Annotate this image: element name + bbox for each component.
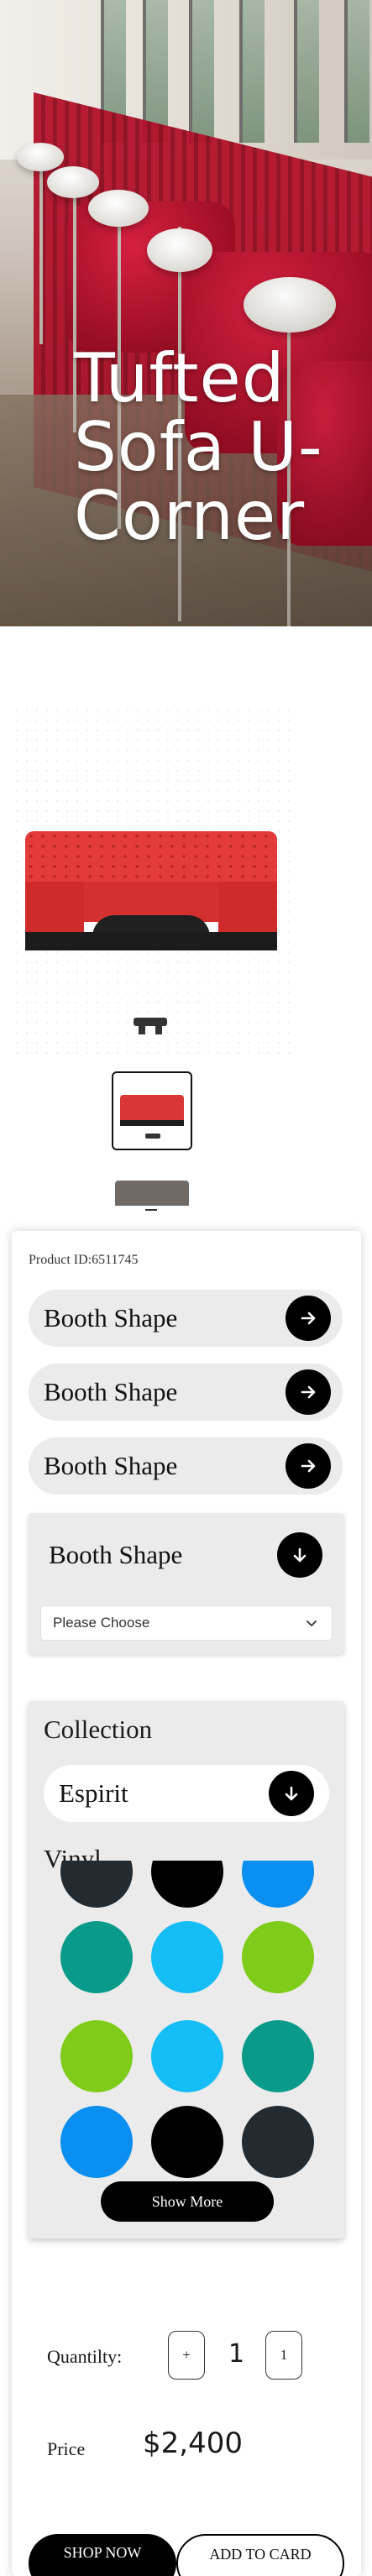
color-swatch[interactable] [60, 1921, 133, 1993]
arrow-right-icon[interactable] [286, 1369, 331, 1415]
arrow-right-icon[interactable] [286, 1443, 331, 1489]
product-options-panel: Product ID:6511745 Booth Shape Booth Sha… [12, 1231, 361, 2576]
color-swatch[interactable] [151, 1861, 223, 1908]
color-swatch[interactable] [242, 1921, 314, 1993]
price-row: Price $2,400 [12, 2416, 361, 2467]
sofa-base [25, 932, 277, 950]
show-more-button[interactable]: Show More [101, 2181, 274, 2222]
product-id: Product ID:6511745 [29, 1253, 139, 1267]
quantity-stepper-button[interactable]: 1 [265, 2331, 302, 2380]
option-booth-shape[interactable]: Booth Shape [29, 1437, 343, 1495]
hero-banner: Tufted Sofa U- Corner [0, 0, 372, 626]
option-booth-shape[interactable]: Booth Shape [29, 1364, 343, 1421]
color-swatch[interactable] [242, 2020, 314, 2092]
hero-title-line: Sofa U- [74, 408, 323, 486]
color-swatch[interactable] [151, 2020, 223, 2092]
price-label: Price [47, 2438, 86, 2459]
option-booth-shape[interactable]: Booth Shape [29, 1290, 343, 1347]
arrow-down-icon[interactable] [269, 1771, 314, 1816]
color-swatch[interactable] [242, 1861, 314, 1908]
option-booth-shape-expanded: Booth Shape Please Choose [29, 1513, 344, 1654]
chevron-down-icon [307, 1620, 317, 1626]
select-value: Please Choose [53, 1615, 150, 1631]
color-swatch-grid [60, 1861, 321, 2196]
option-label: Booth Shape [44, 1303, 178, 1333]
arrow-down-icon[interactable] [277, 1532, 322, 1578]
collection-selector[interactable]: Espirit [44, 1765, 329, 1822]
option-label: Booth Shape [49, 1540, 183, 1569]
option-label: Booth Shape [44, 1451, 178, 1480]
quantity-value: 1 [228, 2339, 245, 2369]
add-to-cart-button[interactable]: ADD TO CARD [176, 2534, 344, 2576]
color-swatch[interactable] [151, 2106, 223, 2178]
arrow-right-icon[interactable] [286, 1296, 331, 1341]
quantity-increment-button[interactable]: + [168, 2331, 205, 2380]
shop-now-button[interactable]: SHOP NOW [29, 2534, 176, 2576]
hero-title-line: Corner [74, 477, 306, 555]
product-thumbnail-selected[interactable] [112, 1071, 192, 1150]
color-swatch[interactable] [60, 1861, 133, 1908]
quantity-row: Quantilty: + 1 1 [12, 2331, 361, 2381]
hero-title-line: Tufted [74, 339, 286, 417]
collection-selected: Espirit [59, 1778, 128, 1808]
color-swatch[interactable] [60, 2020, 133, 2092]
product-thumbnail[interactable] [115, 1177, 189, 1211]
color-swatch[interactable] [242, 2106, 314, 2178]
color-swatch[interactable] [60, 2106, 133, 2178]
sofa-image [25, 831, 277, 957]
shape-diagram-icon [134, 1016, 167, 1034]
option-booth-shape[interactable]: Booth Shape [34, 1526, 334, 1584]
quantity-label: Quantilty: [47, 2346, 123, 2367]
product-main-image[interactable] [12, 705, 294, 1058]
color-swatch[interactable] [151, 1921, 223, 1993]
price-value: $2,400 [143, 2427, 243, 2460]
hero-title: Tufted Sofa U- Corner [74, 344, 359, 551]
booth-shape-select[interactable]: Please Choose [40, 1605, 333, 1641]
option-label: Booth Shape [44, 1377, 178, 1406]
collection-section: Collection Espirit Vinyl Show More [29, 1701, 344, 2238]
collection-title: Collection [44, 1715, 153, 1744]
